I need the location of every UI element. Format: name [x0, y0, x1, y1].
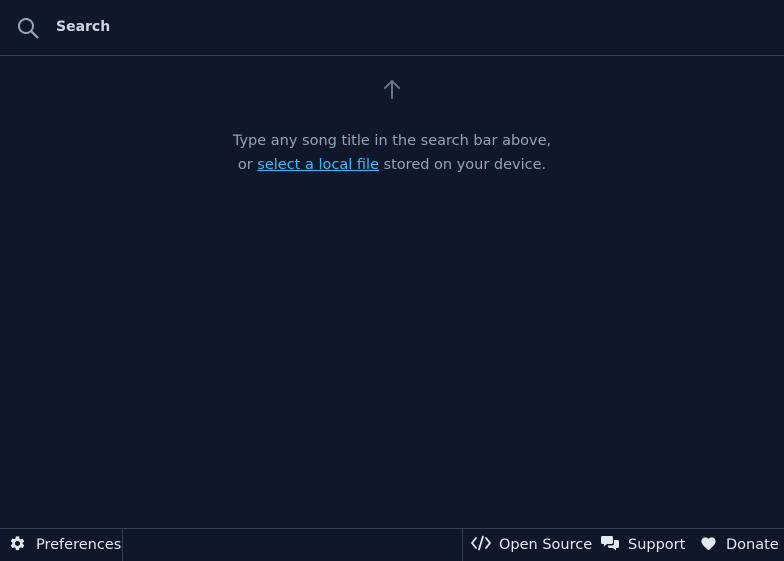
- open-source-label: Open Source: [499, 537, 593, 553]
- hint-line-1: Type any song title in the search bar ab…: [232, 133, 552, 149]
- select-local-file-link[interactable]: select a local file: [257, 157, 379, 173]
- gear-icon: [9, 535, 26, 556]
- preferences-label: Preferences: [36, 537, 122, 553]
- code-icon: [471, 535, 491, 555]
- search-bar: [0, 0, 784, 56]
- chat-bubbles-icon: [601, 535, 619, 555]
- heart-icon: [700, 535, 717, 555]
- app-window: Type any song title in the search bar ab…: [0, 0, 784, 561]
- arrow-up-icon: [382, 78, 402, 100]
- preferences-button[interactable]: Preferences: [0, 529, 123, 561]
- footer-divider: [462, 529, 463, 561]
- open-source-link[interactable]: Open Source: [471, 529, 592, 561]
- support-link[interactable]: Support: [601, 529, 685, 561]
- donate-link[interactable]: Donate: [700, 529, 779, 561]
- empty-state-hint: Type any song title in the search bar ab…: [0, 129, 784, 177]
- search-input[interactable]: [48, 10, 764, 44]
- support-label: Support: [628, 537, 686, 553]
- hint-suffix: stored on your device.: [378, 157, 547, 173]
- footer: Preferences Open Source Support Donate: [0, 528, 784, 561]
- search-icon: [17, 17, 39, 39]
- hint-prefix: or: [237, 157, 258, 173]
- hint-line-2: or select a local file stored on your de…: [0, 153, 784, 177]
- donate-label: Donate: [726, 537, 779, 553]
